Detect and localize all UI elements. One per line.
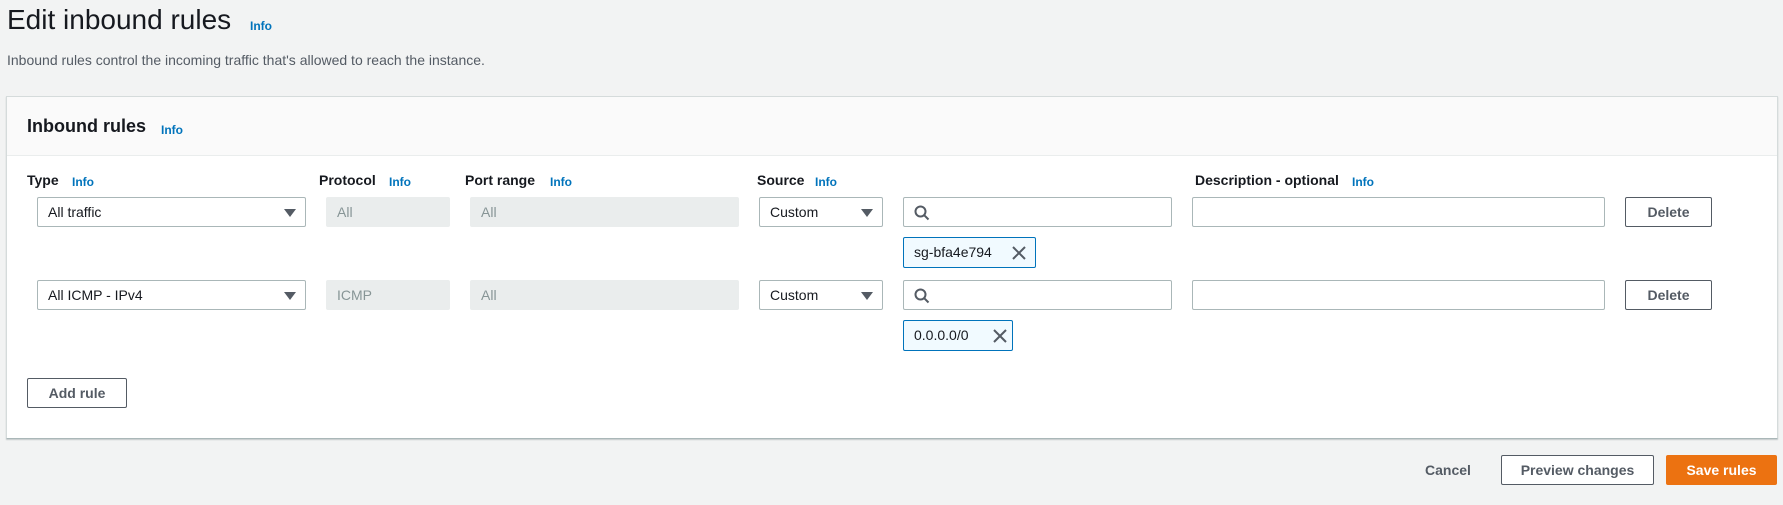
- source-token-label: sg-bfa4e794: [914, 244, 992, 260]
- description-input[interactable]: [1192, 280, 1605, 310]
- protocol-info-link[interactable]: Info: [389, 175, 411, 189]
- column-label-port-range: Port range: [465, 172, 536, 188]
- cancel-button[interactable]: Cancel: [1425, 455, 1471, 485]
- source-type-select[interactable]: Custom: [759, 197, 883, 227]
- delete-rule-button[interactable]: Delete: [1625, 280, 1712, 310]
- caret-down-icon: [861, 292, 873, 300]
- source-token: 0.0.0.0/0: [903, 320, 1013, 351]
- inbound-rules-panel: Inbound rules Info: [6, 96, 1778, 439]
- source-search-input[interactable]: [903, 197, 1172, 227]
- description-info-link[interactable]: Info: [1352, 175, 1374, 189]
- caret-down-icon: [861, 209, 873, 217]
- protocol-field: ICMP: [326, 280, 450, 310]
- protocol-field: All: [326, 197, 450, 227]
- type-select-value: All traffic: [48, 204, 102, 220]
- add-rule-button[interactable]: Add rule: [27, 378, 127, 408]
- caret-down-icon: [284, 292, 296, 300]
- column-label-source: Source: [757, 172, 805, 188]
- column-label-protocol: Protocol: [319, 172, 376, 188]
- port-range-info-link[interactable]: Info: [550, 175, 572, 189]
- column-label-type: Type: [27, 172, 59, 188]
- description-input[interactable]: [1192, 197, 1605, 227]
- panel-info-link[interactable]: Info: [161, 123, 183, 137]
- column-label-description: Description - optional: [1195, 172, 1339, 188]
- page-title-info-link[interactable]: Info: [250, 19, 272, 33]
- search-icon: [914, 288, 930, 304]
- source-token: sg-bfa4e794: [903, 237, 1036, 268]
- delete-rule-button[interactable]: Delete: [1625, 197, 1712, 227]
- panel-title: Inbound rules: [27, 116, 146, 136]
- caret-down-icon: [284, 209, 296, 217]
- port-range-field: All: [470, 197, 739, 227]
- page-title: Edit inbound rules: [7, 4, 232, 35]
- preview-changes-button[interactable]: Preview changes: [1501, 455, 1654, 485]
- close-icon[interactable]: [1011, 245, 1027, 261]
- page-description: Inbound rules control the incoming traff…: [7, 52, 485, 68]
- type-select-value: All ICMP - IPv4: [48, 287, 143, 303]
- close-icon[interactable]: [992, 328, 1008, 344]
- source-type-select[interactable]: Custom: [759, 280, 883, 310]
- source-type-value: Custom: [770, 287, 819, 303]
- source-info-link[interactable]: Info: [815, 175, 837, 189]
- source-type-value: Custom: [770, 204, 819, 220]
- panel-header: Inbound rules Info: [7, 97, 1777, 156]
- port-range-field: All: [470, 280, 739, 310]
- source-search-input[interactable]: [903, 280, 1172, 310]
- type-info-link[interactable]: Info: [72, 175, 94, 189]
- source-token-label: 0.0.0.0/0: [914, 327, 969, 343]
- save-rules-button[interactable]: Save rules: [1666, 455, 1777, 485]
- search-icon: [914, 205, 930, 221]
- type-select[interactable]: All ICMP - IPv4: [37, 280, 306, 310]
- type-select[interactable]: All traffic: [37, 197, 306, 227]
